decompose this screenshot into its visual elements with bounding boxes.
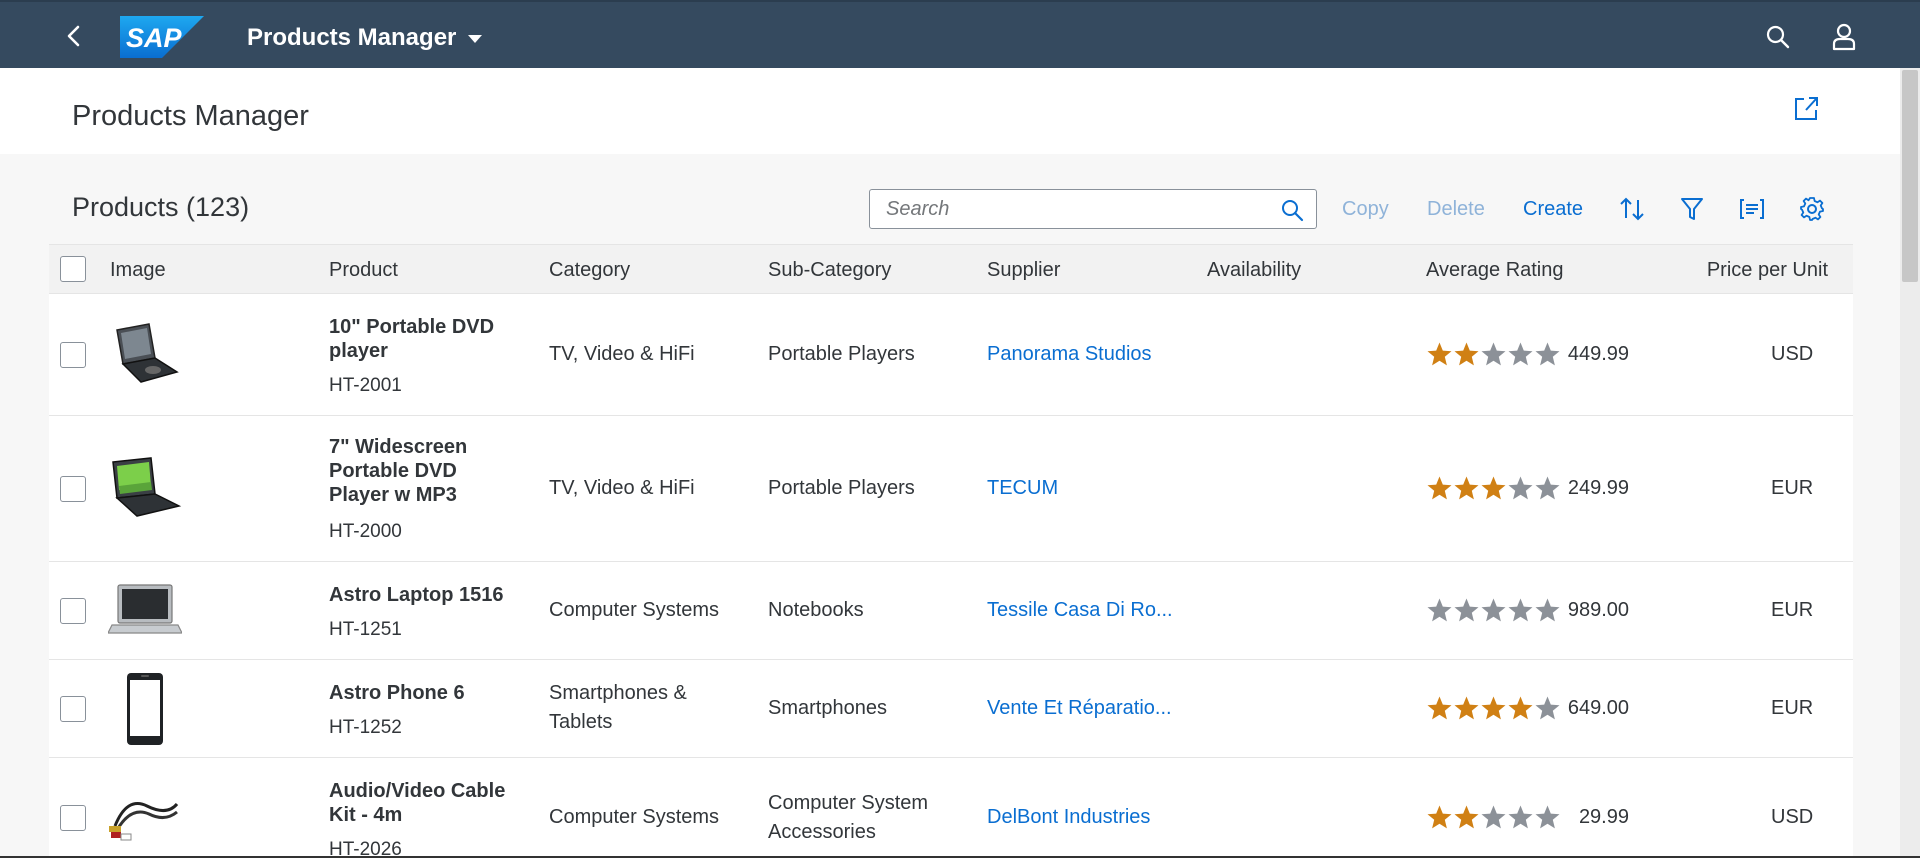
- product-name: 7" Widescreen Portable DVD Player w MP3: [329, 436, 468, 506]
- table-row[interactable]: 10" Portable DVD player HT-2001 TV, Vide…: [49, 294, 1853, 416]
- page-title: Products Manager: [72, 100, 309, 132]
- column-header-sub-category[interactable]: Sub-Category: [768, 259, 891, 282]
- supplier-link[interactable]: DelBont Industries: [987, 803, 1150, 832]
- copy-button[interactable]: Copy: [1342, 198, 1389, 221]
- product-id: HT-2026: [329, 839, 402, 858]
- supplier-link[interactable]: Vente Et Réparatio...: [987, 694, 1172, 723]
- search-icon[interactable]: [1280, 198, 1304, 222]
- select-all-checkbox[interactable]: [60, 256, 86, 282]
- sort-button[interactable]: [1617, 194, 1647, 224]
- product-id: HT-1251: [329, 619, 402, 640]
- product-name: Astro Laptop 1516: [329, 584, 504, 606]
- price-currency: EUR: [1771, 599, 1814, 621]
- column-header-price-per-unit[interactable]: Price per Unit: [1602, 259, 1828, 282]
- back-button[interactable]: [56, 18, 92, 54]
- price-currency: USD: [1771, 806, 1814, 828]
- category: Computer Systems: [549, 806, 720, 828]
- price-value: 249.99: [1567, 477, 1629, 499]
- delete-button[interactable]: Delete: [1427, 198, 1485, 221]
- cable-kit-image: [106, 778, 184, 854]
- page-header: Products Manager: [0, 68, 1900, 154]
- product-id: HT-1252: [329, 717, 402, 738]
- product-name: 10" Portable DVD player: [329, 316, 495, 362]
- smartphone-image: [106, 671, 184, 747]
- share-button[interactable]: [1788, 90, 1824, 126]
- chevron-left-icon: [67, 25, 80, 47]
- create-button[interactable]: Create: [1523, 198, 1583, 221]
- user-profile-button[interactable]: [1827, 20, 1861, 54]
- column-header-image[interactable]: Image: [110, 259, 166, 282]
- column-header-availability[interactable]: Availability: [1207, 259, 1301, 282]
- product-name: Astro Phone 6: [329, 682, 465, 704]
- page-scrollbar[interactable]: [1900, 68, 1920, 858]
- row-checkbox[interactable]: [60, 476, 86, 502]
- sap-logo[interactable]: SAP: [120, 16, 204, 58]
- price-currency: EUR: [1771, 477, 1814, 499]
- price-value: 449.99: [1567, 343, 1629, 365]
- supplier-link[interactable]: Panorama Studios: [987, 340, 1152, 369]
- group-button[interactable]: [1737, 194, 1767, 224]
- svg-text:SAP: SAP: [126, 23, 183, 53]
- filter-icon: [1681, 198, 1703, 220]
- app-title-menu[interactable]: Products Manager: [247, 24, 483, 52]
- filter-button[interactable]: [1677, 194, 1707, 224]
- supplier-link[interactable]: Tessile Casa Di Ro...: [987, 596, 1173, 625]
- category: TV, Video & HiFi: [549, 343, 695, 365]
- table-row[interactable]: Astro Laptop 1516 HT-1251 Computer Syste…: [49, 562, 1853, 660]
- category: TV, Video & HiFi: [549, 477, 695, 499]
- search-field[interactable]: [869, 189, 1317, 229]
- row-checkbox[interactable]: [60, 696, 86, 722]
- share-icon: [1795, 97, 1818, 120]
- portable-dvd-player-image: [106, 317, 184, 393]
- laptop-image: [106, 573, 184, 649]
- table-row[interactable]: Audio/Video Cable Kit - 4m HT-2026 Compu…: [49, 758, 1853, 858]
- sub-category: Notebooks: [768, 599, 864, 621]
- sub-category: Portable Players: [768, 343, 915, 365]
- table-title: Products (123): [72, 192, 250, 222]
- search-input[interactable]: [886, 190, 1266, 228]
- column-header-category[interactable]: Category: [549, 259, 630, 282]
- sub-category: Computer System Accessories: [768, 792, 929, 843]
- widescreen-dvd-player-image: [106, 451, 184, 527]
- products-table: Products (123) Copy Delete Create: [49, 154, 1853, 858]
- price-value: 649.00: [1567, 697, 1629, 719]
- product-id: HT-2001: [329, 375, 402, 396]
- sub-category: Smartphones: [768, 697, 887, 719]
- user-icon: [1832, 23, 1856, 51]
- app-title: Products Manager: [247, 24, 457, 51]
- price-currency: USD: [1771, 343, 1814, 365]
- search-icon: [1766, 25, 1790, 49]
- row-checkbox[interactable]: [60, 342, 86, 368]
- column-header-average-rating[interactable]: Average Rating: [1426, 259, 1564, 282]
- row-checkbox[interactable]: [60, 598, 86, 624]
- settings-button[interactable]: [1797, 194, 1827, 224]
- sort-icon: [1620, 197, 1644, 221]
- table-toolbar: Products (123) Copy Delete Create: [49, 154, 1853, 244]
- shell-search-button[interactable]: [1761, 20, 1795, 54]
- supplier-link[interactable]: TECUM: [987, 474, 1058, 503]
- column-header-product[interactable]: Product: [329, 259, 398, 282]
- product-id: HT-2000: [329, 521, 402, 542]
- price-value: 29.99: [1578, 806, 1629, 828]
- table-row[interactable]: Astro Phone 6 HT-1252 Smartphones & Tabl…: [49, 660, 1853, 758]
- table-header: Image Product Category Sub-Category Supp…: [49, 244, 1853, 294]
- row-checkbox[interactable]: [60, 805, 86, 831]
- price-currency: EUR: [1771, 697, 1814, 719]
- content-area: Products (123) Copy Delete Create: [0, 154, 1900, 858]
- caret-down-icon: [468, 35, 483, 43]
- price-value: 989.00: [1567, 599, 1629, 621]
- scrollbar-thumb[interactable]: [1902, 70, 1918, 282]
- table-row[interactable]: 7" Widescreen Portable DVD Player w MP3 …: [49, 416, 1853, 562]
- column-header-supplier[interactable]: Supplier: [987, 259, 1060, 282]
- settings-icon: [1800, 197, 1824, 221]
- group-icon: [1740, 199, 1764, 219]
- product-name: Audio/Video Cable Kit - 4m: [329, 780, 506, 826]
- sub-category: Portable Players: [768, 477, 915, 499]
- category: Computer Systems: [549, 599, 720, 621]
- shell-bar: SAP Products Manager: [0, 0, 1920, 68]
- category: Smartphones & Tablets: [549, 682, 687, 733]
